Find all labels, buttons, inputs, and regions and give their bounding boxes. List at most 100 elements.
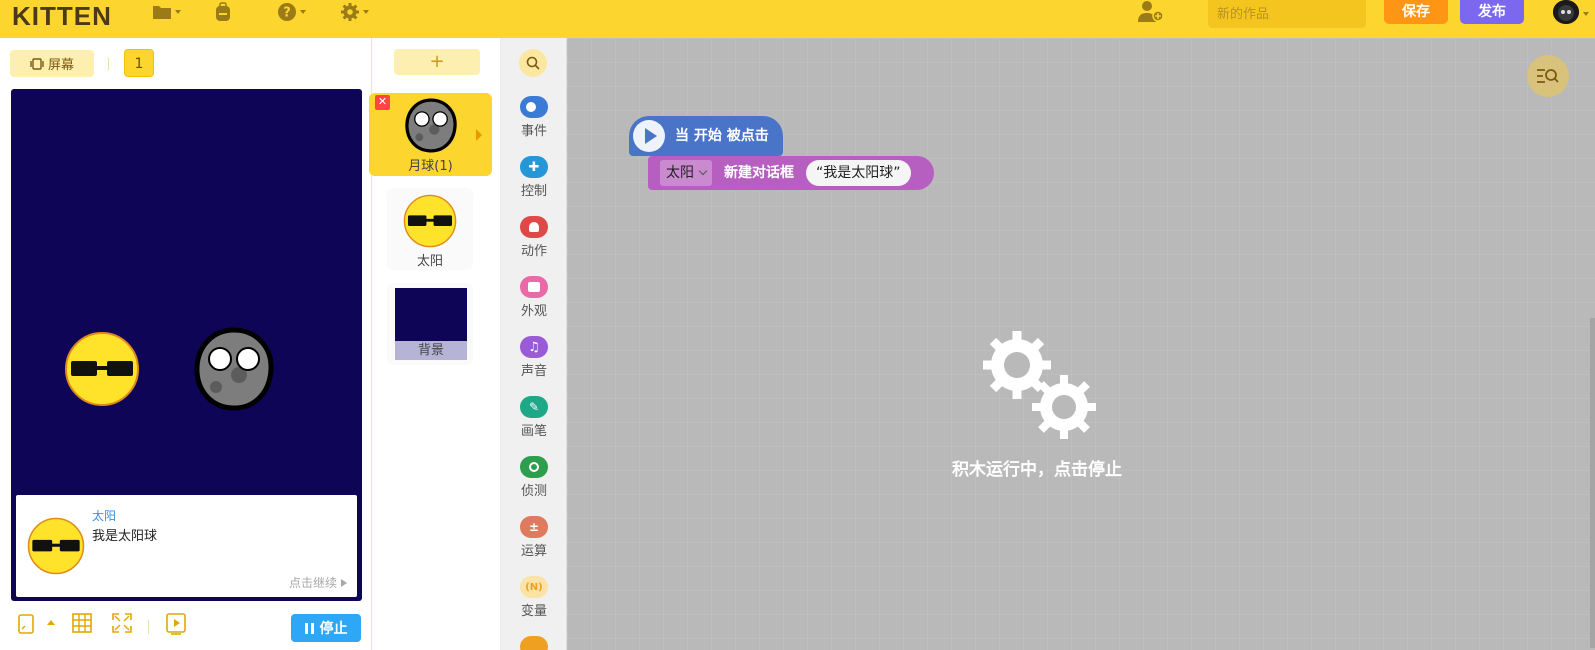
sun-thumbnail — [403, 194, 457, 248]
phone-preview-icon[interactable] — [17, 613, 35, 635]
sprite-name: 太阳 — [416, 254, 443, 269]
screen-orientation-button[interactable]: 屏幕 — [10, 50, 94, 77]
add-user-icon — [1138, 1, 1164, 22]
play-arrow-icon — [341, 578, 347, 587]
save-button[interactable]: 保存 — [1384, 0, 1448, 24]
target-dropdown[interactable]: 太阳 — [660, 160, 712, 186]
category-more[interactable] — [501, 636, 567, 650]
gears-icon — [983, 331, 1096, 439]
expand-arrow-icon[interactable] — [476, 129, 482, 141]
category-looks[interactable]: 外观 — [501, 276, 567, 319]
play-icon — [633, 120, 665, 152]
running-overlay[interactable]: 积木运行中，点击停止 — [917, 323, 1157, 480]
sensing-icon — [520, 456, 548, 478]
category-pen[interactable]: ✎ 画笔 — [501, 396, 567, 439]
project-name-input[interactable] — [1208, 0, 1366, 28]
backpack-icon — [216, 2, 230, 21]
event-icon — [520, 96, 548, 118]
moon-thumbnail — [405, 98, 457, 153]
logo: KITTEN — [12, 1, 112, 31]
speaker-avatar — [27, 517, 85, 575]
screen-label: 屏幕 — [47, 58, 74, 73]
dialog-continue-hint[interactable]: 点击继续 — [289, 574, 347, 591]
grid-icon[interactable] — [72, 613, 92, 633]
new-dialog-block[interactable]: 太阳 新建对话框 “我是太阳球” — [648, 156, 934, 190]
category-label: 声音 — [520, 364, 547, 379]
delete-sprite-button[interactable]: ✕ — [375, 95, 390, 110]
category-label: 动作 — [520, 244, 547, 259]
search-icon — [526, 56, 540, 70]
caret-up-icon[interactable] — [47, 620, 55, 625]
running-message: 积木运行中，点击停止 — [952, 460, 1122, 480]
record-video-icon[interactable] — [166, 613, 186, 635]
block-search-button[interactable] — [519, 49, 547, 77]
dialog-text-input[interactable]: “我是太阳球” — [806, 160, 911, 186]
operators-icon: ± — [520, 516, 548, 538]
dialog-text: 我是太阳球 — [92, 529, 158, 544]
file-menu-button[interactable] — [152, 0, 181, 24]
code-workspace[interactable]: 当 开始 被点击 太阳 新建对话框 “我是太阳球” 积木运行中，点击停止 — [567, 38, 1595, 650]
divider — [108, 58, 109, 70]
vertical-scrollbar[interactable] — [1590, 318, 1595, 648]
stage-canvas[interactable]: 太阳 我是太阳球 点击继续 — [11, 89, 362, 601]
category-label: 事件 — [520, 124, 547, 139]
block-action-label: 新建对话框 — [724, 165, 794, 181]
category-label: 运算 — [520, 544, 547, 559]
category-label: 侦测 — [520, 484, 547, 499]
category-sensing[interactable]: 侦测 — [501, 456, 567, 499]
dialog-speaker-name: 太阳 — [92, 509, 117, 523]
category-label: 变量 — [520, 604, 547, 619]
help-menu-button[interactable]: ? — [277, 0, 306, 24]
category-sound[interactable]: ♫ 声音 — [501, 336, 567, 379]
background-item[interactable]: 背景 — [387, 283, 473, 365]
category-motion[interactable]: 动作 — [501, 216, 567, 259]
workspace-search-button[interactable] — [1527, 55, 1569, 97]
dialog-box[interactable]: 太阳 我是太阳球 点击继续 — [16, 495, 357, 597]
search-list-icon — [1537, 69, 1559, 83]
add-sprite-button[interactable]: + — [394, 49, 480, 75]
sprite-name: 月球(1) — [408, 159, 453, 174]
chevron-down-icon — [698, 166, 708, 176]
user-avatar[interactable] — [1553, 0, 1579, 24]
continue-label: 点击继续 — [288, 576, 337, 590]
svg-text:?: ? — [283, 6, 291, 21]
category-label: 控制 — [520, 184, 547, 199]
settings-menu-button[interactable] — [340, 0, 369, 24]
top-toolbar: KITTEN ? 保存 发布 — [0, 0, 1595, 38]
stop-button[interactable]: 停止 — [291, 614, 361, 642]
pen-icon: ✎ — [520, 396, 548, 418]
backpack-button[interactable] — [214, 0, 232, 24]
block-category-panel: 事件 ✚ 控制 动作 外观 ♫ 声音 ✎ 画笔 侦测 ± 运算 (N) 变量 — [501, 38, 567, 650]
sound-icon: ♫ — [520, 336, 548, 358]
hat-block-label: 当 开始 被点击 — [675, 128, 769, 144]
category-control[interactable]: ✚ 控制 — [501, 156, 567, 199]
stage-bottom-bar: 停止 — [0, 604, 372, 650]
fullscreen-icon[interactable] — [112, 613, 132, 633]
looks-icon — [520, 276, 548, 298]
stop-label: 停止 — [319, 621, 348, 637]
background-label: 背景 — [395, 341, 467, 360]
category-operators[interactable]: ± 运算 — [501, 516, 567, 559]
sprite-list-panel: + 月球(1) ✕ 太阳 背景 — [369, 38, 501, 650]
avatar-icon — [1553, 0, 1579, 24]
variables-icon: (N) — [520, 576, 548, 598]
add-collaborator-button[interactable] — [1138, 0, 1164, 28]
screen-icon — [30, 57, 44, 70]
sprite-item-sun[interactable]: 太阳 — [387, 188, 473, 270]
sun-sprite[interactable] — [64, 331, 140, 407]
pause-icon — [304, 622, 314, 634]
category-events[interactable]: 事件 — [501, 96, 567, 139]
target-value: 太阳 — [666, 165, 694, 181]
control-icon: ✚ — [520, 156, 548, 178]
category-variables[interactable]: (N) 变量 — [501, 576, 567, 619]
avatar-caret[interactable] — [1583, 12, 1589, 16]
publish-button[interactable]: 发布 — [1460, 0, 1524, 24]
help-icon: ? — [278, 3, 296, 21]
stage-panel: 屏幕 1 太阳 我是太阳球 点击继续 停止 — [0, 38, 372, 650]
folder-icon — [153, 6, 171, 19]
motion-icon — [520, 216, 548, 238]
list-icon — [520, 636, 548, 650]
moon-sprite[interactable] — [194, 327, 274, 411]
when-start-clicked-block[interactable]: 当 开始 被点击 — [629, 116, 783, 156]
screen-page-number[interactable]: 1 — [124, 49, 154, 77]
